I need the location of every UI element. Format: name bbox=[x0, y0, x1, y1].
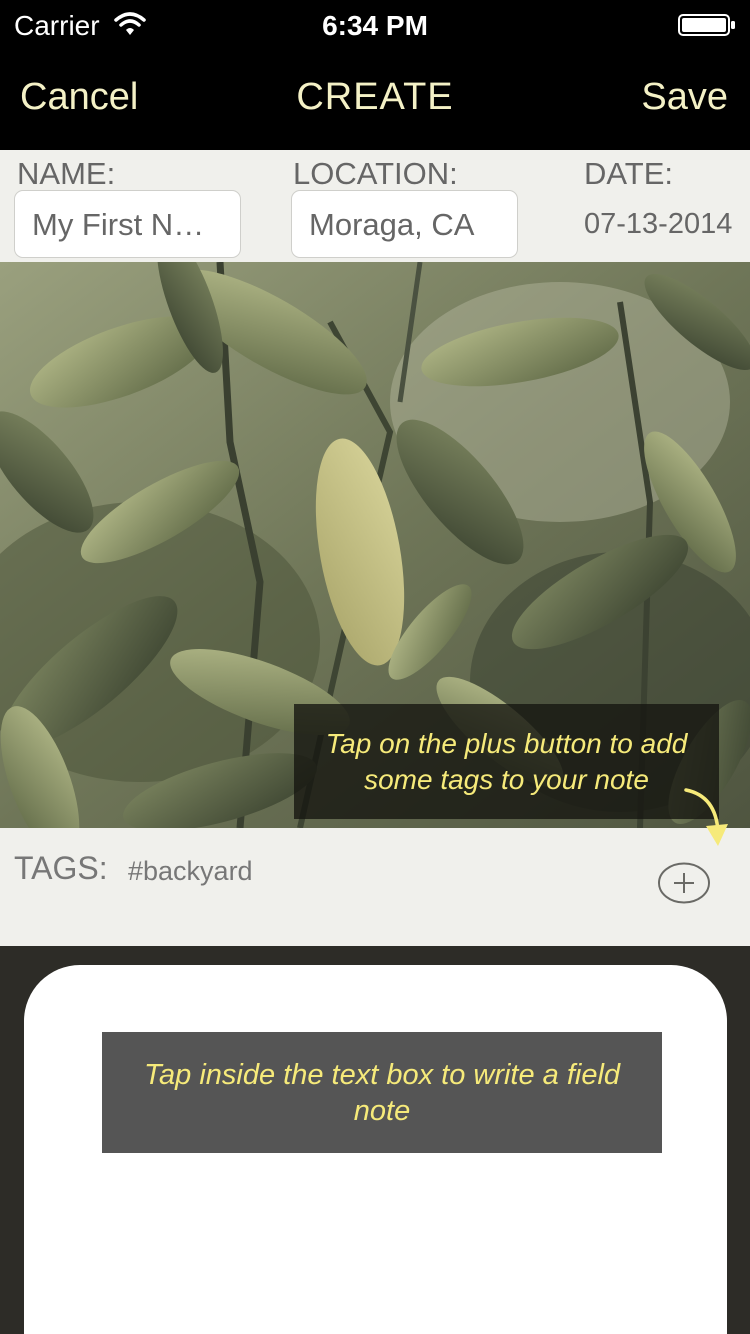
page-title: CREATE bbox=[296, 76, 454, 118]
name-label: NAME: bbox=[17, 156, 116, 191]
tags-bar: TAGS: #backyard bbox=[0, 828, 750, 946]
date-label: DATE: bbox=[584, 156, 673, 191]
add-tag-button[interactable] bbox=[657, 862, 711, 904]
note-info-section: NAME: LOCATION: DATE: My First N… Moraga… bbox=[0, 150, 750, 262]
curved-arrow-icon bbox=[684, 788, 728, 846]
navigation-bar: Cancel CREATE Save bbox=[0, 50, 750, 150]
status-time: 6:34 PM bbox=[322, 10, 428, 41]
date-value[interactable]: 07-13-2014 bbox=[584, 208, 732, 241]
tags-label: TAGS: bbox=[14, 850, 108, 886]
battery-icon bbox=[678, 14, 735, 36]
location-label: LOCATION: bbox=[293, 156, 458, 191]
write-note-tip: Tap inside the text box to write a field… bbox=[102, 1032, 662, 1153]
save-button[interactable]: Save bbox=[641, 76, 728, 119]
tag-item[interactable]: #backyard bbox=[128, 856, 253, 887]
location-field[interactable]: Moraga, CA bbox=[291, 190, 518, 258]
name-field[interactable]: My First N… bbox=[14, 190, 241, 258]
status-bar: Carrier 6:34 PM bbox=[0, 0, 750, 50]
add-tags-tip: Tap on the plus button to add some tags … bbox=[294, 704, 719, 819]
